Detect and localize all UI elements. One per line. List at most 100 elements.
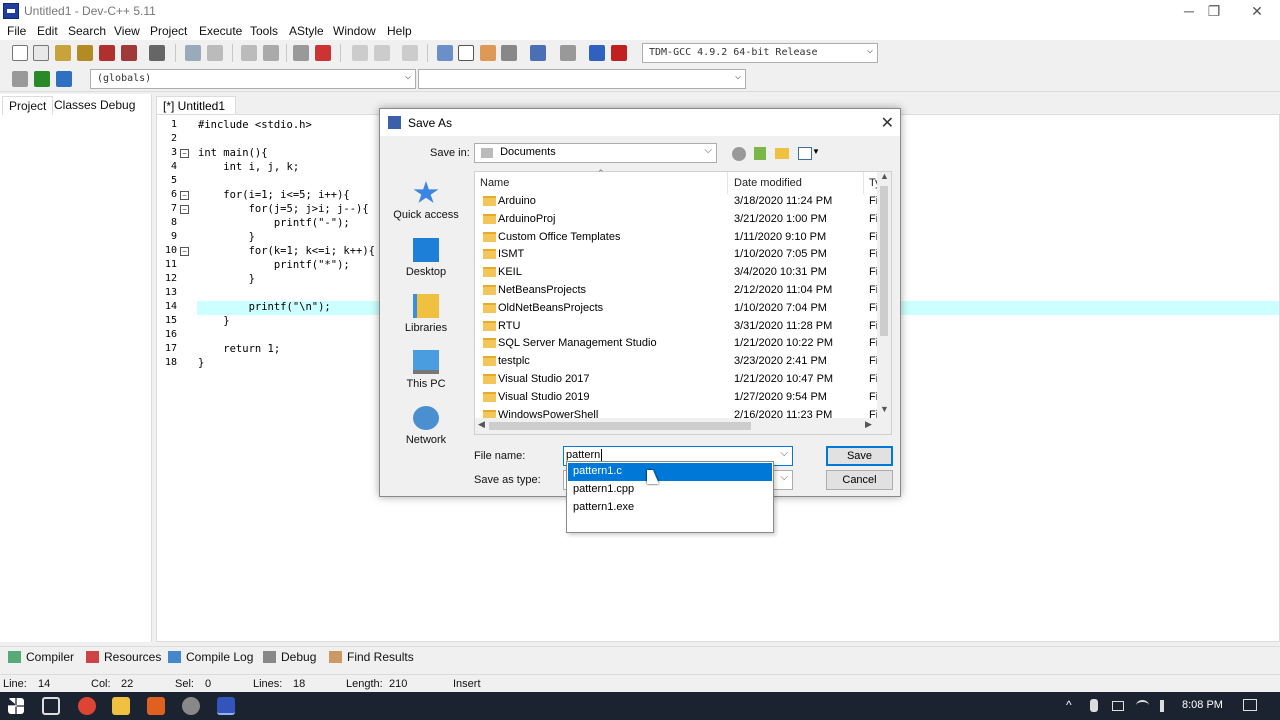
bookmark-icon[interactable] — [402, 45, 418, 61]
indent-icon[interactable] — [293, 45, 309, 61]
column-date-modified[interactable]: Date modified — [734, 177, 802, 189]
tray-chevron-icon[interactable]: ^ — [1066, 698, 1072, 712]
vertical-scroll-thumb[interactable] — [880, 186, 888, 336]
wifi-icon[interactable] — [1136, 700, 1149, 711]
microphone-icon[interactable] — [1090, 699, 1098, 712]
class-icon[interactable] — [480, 45, 496, 61]
check-syntax-icon[interactable] — [530, 45, 546, 61]
function-select[interactable]: ⌵ — [418, 69, 746, 89]
profile-icon[interactable] — [611, 45, 627, 61]
fold-toggle-icon[interactable]: − — [180, 247, 189, 256]
tab-project[interactable]: Project — [2, 96, 54, 115]
tab-compile-log[interactable]: Compile Log — [168, 650, 253, 664]
menu-help[interactable]: Help — [387, 24, 412, 38]
place-network[interactable]: Network — [381, 406, 471, 446]
battery-icon[interactable] — [1112, 701, 1124, 711]
file-row[interactable]: SQL Server Management Studio 1/21/2020 10… — [475, 335, 879, 353]
place-this-pc[interactable]: This PC — [381, 350, 471, 390]
goto-icon[interactable] — [56, 71, 72, 87]
menu-execute[interactable]: Execute — [199, 24, 242, 38]
replace-icon[interactable] — [263, 45, 279, 61]
scope-select[interactable]: (globals) ⌵ — [90, 69, 416, 89]
notifications-icon[interactable] — [1243, 699, 1257, 711]
tab-debug[interactable]: Debug — [94, 96, 141, 114]
file-row[interactable]: KEIL3/4/2020 10:31 PMFil — [475, 264, 879, 282]
fold-toggle-icon[interactable]: − — [180, 191, 189, 200]
task-view-icon[interactable] — [42, 697, 60, 715]
file-row[interactable]: Custom Office Templates 1/11/2020 9:10 PM… — [475, 229, 879, 247]
sublime-icon[interactable] — [147, 697, 165, 715]
new-folder-icon[interactable] — [775, 148, 789, 159]
new-file-icon[interactable] — [12, 45, 28, 61]
file-row[interactable]: ISMT1/10/2020 7:05 PMFil — [475, 246, 879, 264]
vertical-scrollbar[interactable]: ▲ ▼ — [877, 171, 891, 418]
up-folder-icon[interactable] — [754, 147, 766, 160]
scroll-left-icon[interactable]: ◀ — [478, 419, 485, 430]
file-row[interactable]: OldNetBeansProjects1/10/2020 7:04 PMFil — [475, 300, 879, 318]
file-row[interactable]: Arduino3/18/2020 11:24 PMFil — [475, 193, 879, 211]
windows-start-icon[interactable] — [8, 698, 24, 714]
horizontal-scroll-thumb[interactable] — [489, 422, 751, 430]
close-button[interactable]: ✕ — [1234, 0, 1280, 22]
menu-search[interactable]: Search — [68, 24, 106, 38]
file-row[interactable]: Visual Studio 20191/27/2020 9:54 PMFil — [475, 389, 879, 407]
scroll-up-icon[interactable]: ▲ — [880, 171, 889, 181]
app-icon[interactable] — [182, 697, 200, 715]
file-row[interactable]: NetBeansProjects2/12/2020 11:04 PMFil — [475, 282, 879, 300]
save-all-icon[interactable] — [77, 45, 93, 61]
autocomplete-item[interactable]: pattern1.c — [568, 463, 772, 481]
scroll-down-icon[interactable]: ▼ — [880, 404, 889, 414]
place-desktop[interactable]: Desktop — [381, 238, 471, 278]
menu-file[interactable]: File — [7, 24, 26, 38]
goto-back-icon[interactable] — [352, 45, 368, 61]
window-icon[interactable] — [458, 45, 474, 61]
restore-button[interactable]: ❐ — [1191, 0, 1237, 22]
tab-resources[interactable]: Resources — [86, 650, 161, 664]
file-row[interactable]: ArduinoProj3/21/2020 1:00 PMFil — [475, 211, 879, 229]
stop-icon[interactable] — [560, 45, 576, 61]
menu-window[interactable]: Window — [333, 24, 376, 38]
dialog-close-icon[interactable]: ✕ — [881, 113, 894, 133]
unindent-icon[interactable] — [315, 45, 331, 61]
chrome-icon[interactable] — [78, 697, 96, 715]
tab-debug-output[interactable]: Debug — [263, 650, 316, 664]
menu-astyle[interactable]: AStyle — [289, 24, 324, 38]
file-explorer-icon[interactable] — [112, 697, 130, 715]
menu-view[interactable]: View — [114, 24, 140, 38]
undo-icon[interactable] — [185, 45, 201, 61]
close-all-icon[interactable] — [121, 45, 137, 61]
file-row[interactable]: Visual Studio 20171/21/2020 10:47 PMFil — [475, 371, 879, 389]
back-icon[interactable] — [732, 147, 746, 161]
file-row[interactable]: RTU3/31/2020 11:28 PMFil — [475, 318, 879, 336]
file-list[interactable]: Name ⌃ Date modified Ty Arduino 3/18/2020… — [474, 168, 892, 435]
menu-project[interactable]: Project — [150, 24, 187, 38]
file-row[interactable]: testplc3/23/2020 2:41 PMFil — [475, 353, 879, 371]
find-icon[interactable] — [241, 45, 257, 61]
menu-edit[interactable]: Edit — [37, 24, 58, 38]
open-file-icon[interactable] — [33, 45, 49, 61]
volume-icon[interactable] — [1160, 700, 1172, 712]
fold-toggle-icon[interactable]: − — [180, 149, 189, 158]
place-libraries[interactable]: Libraries — [381, 294, 471, 334]
goto-forward-icon[interactable] — [374, 45, 390, 61]
scroll-right-icon[interactable]: ▶ — [865, 419, 872, 430]
devcpp-taskbar-icon[interactable] — [217, 697, 235, 715]
print-icon[interactable] — [149, 45, 165, 61]
close-file-icon[interactable] — [99, 45, 115, 61]
editor-tab-untitled1[interactable]: [*] Untitled1 — [156, 96, 236, 114]
chart-icon[interactable] — [589, 45, 605, 61]
redo-icon[interactable] — [207, 45, 223, 61]
view-menu-icon[interactable] — [798, 147, 812, 160]
horizontal-scrollbar[interactable]: ◀ ▶ — [475, 418, 891, 434]
save-in-select[interactable]: Documents ⌵ — [474, 143, 717, 163]
save-button[interactable]: Save — [826, 446, 893, 466]
compiler-select[interactable]: TDM-GCC 4.9.2 64-bit Release ⌵ — [642, 43, 878, 63]
new-project-icon[interactable] — [437, 45, 453, 61]
autocomplete-item[interactable]: pattern1.cpp — [568, 481, 772, 499]
place-quick-access[interactable]: Quick access — [381, 181, 471, 221]
taskbar-clock[interactable]: 8:08 PM — [1182, 699, 1223, 711]
save-icon[interactable] — [55, 45, 71, 61]
autocomplete-item[interactable]: pattern1.exe — [568, 499, 772, 517]
tab-find-results[interactable]: Find Results — [329, 650, 414, 664]
fold-toggle-icon[interactable]: − — [180, 205, 189, 214]
